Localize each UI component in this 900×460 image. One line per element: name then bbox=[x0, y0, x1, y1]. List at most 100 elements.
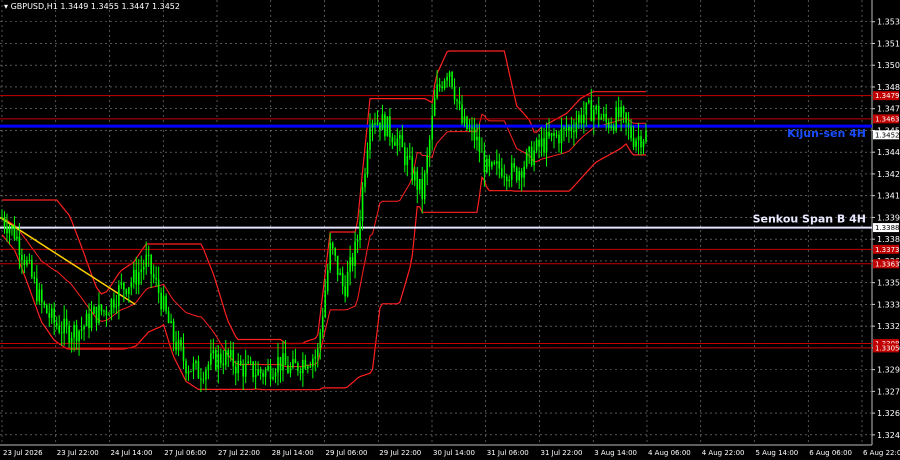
candle-body bbox=[75, 325, 78, 342]
candle-body bbox=[217, 353, 220, 370]
y-tick-label: 1.3260 bbox=[877, 409, 900, 418]
candle-body bbox=[366, 149, 369, 175]
candle-body bbox=[132, 269, 135, 283]
candle-body bbox=[229, 349, 232, 357]
candle-body bbox=[431, 115, 433, 140]
candle-body bbox=[95, 306, 98, 324]
candle-body bbox=[247, 361, 249, 364]
candle-body bbox=[142, 266, 145, 270]
candle-body bbox=[324, 291, 327, 317]
candle-body bbox=[346, 271, 349, 297]
candle-body bbox=[515, 167, 518, 181]
candle-body bbox=[642, 141, 645, 148]
candle-body bbox=[602, 113, 605, 118]
candle-body bbox=[190, 371, 192, 373]
y-tick-label: 1.3275 bbox=[877, 387, 900, 396]
candle-body bbox=[496, 161, 498, 164]
y-tick-label: 1.3410 bbox=[877, 192, 900, 201]
candle-body bbox=[354, 241, 356, 266]
candle-body bbox=[331, 242, 334, 249]
candle-body bbox=[384, 114, 386, 137]
x-tick-label: 31 Jul 22:00 bbox=[541, 449, 583, 457]
candle-body bbox=[155, 277, 157, 280]
candle-body bbox=[269, 365, 272, 380]
candle-body bbox=[386, 116, 389, 137]
candle-body bbox=[612, 126, 615, 131]
kijun-annotation: Kijun-sen 4H bbox=[787, 127, 866, 140]
candle-body bbox=[157, 279, 160, 293]
candle-body bbox=[404, 147, 406, 166]
price-chart: 1.35301.35151.35001.34851.34701.34551.34… bbox=[0, 0, 900, 460]
x-tick-label: 27 Jul 06:00 bbox=[164, 449, 206, 457]
x-tick-label: 31 Jul 06:00 bbox=[487, 449, 529, 457]
candle-body bbox=[379, 122, 381, 130]
candle-body bbox=[399, 135, 401, 139]
x-tick-label: 23 Jul 22:00 bbox=[57, 449, 99, 457]
candle-body bbox=[152, 274, 155, 278]
candle-body bbox=[391, 136, 394, 143]
candle-body bbox=[309, 366, 312, 368]
y-tick-label: 1.3245 bbox=[877, 431, 900, 440]
candle-body bbox=[118, 285, 120, 306]
candle-body bbox=[356, 239, 359, 242]
candle-body bbox=[565, 127, 568, 131]
candle-body bbox=[513, 163, 516, 168]
candle-body bbox=[63, 318, 65, 334]
candle-body bbox=[262, 372, 264, 377]
candle-body bbox=[508, 179, 511, 182]
candle-body bbox=[423, 173, 426, 200]
candle-body bbox=[620, 106, 622, 118]
candle-body bbox=[83, 326, 85, 330]
candle-body bbox=[319, 332, 322, 349]
candle-body bbox=[292, 359, 294, 368]
candle-body bbox=[329, 242, 332, 271]
candle-body bbox=[272, 376, 274, 380]
candle-body bbox=[321, 316, 324, 333]
candle-body bbox=[80, 329, 83, 331]
candle-body bbox=[224, 350, 227, 366]
candle-body bbox=[55, 322, 58, 326]
candle-body bbox=[349, 257, 351, 272]
candle-body bbox=[632, 138, 635, 147]
candle-body bbox=[58, 325, 60, 333]
candle-body bbox=[436, 84, 438, 99]
candle-body bbox=[232, 349, 235, 367]
candle-body bbox=[326, 270, 329, 292]
candle-body bbox=[36, 278, 38, 302]
candle-body bbox=[182, 346, 185, 361]
candle-body bbox=[615, 107, 617, 131]
level-tag-label: 1.3373 bbox=[875, 246, 900, 254]
candle-body bbox=[640, 136, 642, 148]
candle-body bbox=[525, 151, 528, 167]
candle-body bbox=[172, 321, 175, 342]
candle-body bbox=[267, 365, 269, 371]
y-tick-label: 1.3500 bbox=[877, 61, 900, 70]
candle-body bbox=[302, 359, 304, 374]
x-tick-label: 23 Jul 2026 bbox=[3, 449, 43, 457]
candle-body bbox=[428, 139, 431, 156]
candle-body bbox=[575, 122, 578, 133]
candle-body bbox=[334, 248, 336, 256]
candle-body bbox=[374, 123, 376, 125]
candle-body bbox=[135, 269, 138, 285]
candle-body bbox=[185, 360, 187, 374]
candle-body bbox=[607, 121, 610, 129]
candle-body bbox=[180, 339, 182, 347]
candle-body bbox=[592, 109, 595, 122]
candle-body bbox=[227, 350, 230, 357]
candle-body bbox=[93, 306, 95, 314]
candle-body bbox=[540, 138, 543, 147]
x-tick-label: 4 Aug 06:00 bbox=[648, 449, 691, 457]
chart-background bbox=[0, 0, 900, 460]
x-tick-label: 29 Jul 06:00 bbox=[326, 449, 368, 457]
candle-body bbox=[503, 176, 506, 178]
candle-body bbox=[505, 176, 508, 182]
candle-body bbox=[33, 276, 36, 279]
candle-body bbox=[289, 367, 292, 374]
candle-body bbox=[446, 76, 448, 81]
candle-body bbox=[239, 360, 242, 365]
candle-body bbox=[493, 162, 496, 164]
candle-body bbox=[304, 359, 307, 369]
candle-body bbox=[254, 375, 257, 378]
candle-body bbox=[530, 146, 533, 166]
